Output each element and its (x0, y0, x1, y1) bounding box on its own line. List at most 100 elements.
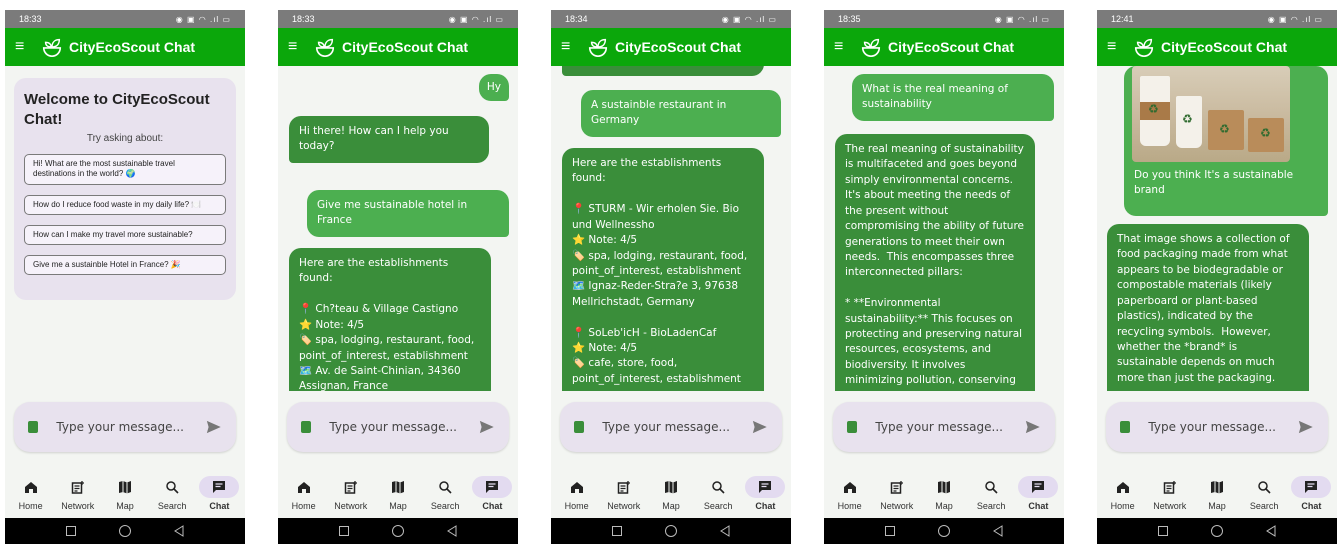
message-input[interactable] (602, 420, 753, 434)
recents-icon[interactable] (66, 526, 77, 536)
nav-chat[interactable]: Chat (197, 475, 241, 511)
app-title: CityEcoScout Chat (888, 39, 1015, 55)
nav-chat[interactable]: Chat (1289, 475, 1333, 511)
nav-search[interactable]: Search (423, 476, 467, 511)
send-icon[interactable] (1298, 419, 1314, 435)
nav-home[interactable]: Home (282, 476, 326, 511)
nav-network[interactable]: Network (56, 476, 100, 511)
map-icon (118, 480, 131, 493)
nav-network[interactable]: Network (602, 476, 646, 511)
bottom-nav: Home Network Map Search Chat (1097, 468, 1337, 518)
nav-chat[interactable]: Chat (743, 475, 787, 511)
nav-search[interactable]: Search (1242, 476, 1286, 511)
nav-chat[interactable]: Chat (470, 475, 514, 511)
system-nav-bar (824, 518, 1064, 544)
home-icon (843, 481, 856, 493)
nav-label-network: Network (880, 500, 914, 511)
image-attach-icon[interactable] (574, 421, 585, 433)
chat-icon (759, 480, 772, 493)
suggestion-button-1[interactable]: Hi! What are the most sustainable travel… (24, 154, 226, 185)
message-input[interactable] (875, 420, 1026, 434)
nav-search[interactable]: Search (696, 476, 740, 511)
back-icon[interactable] (1265, 525, 1276, 537)
status-time: 12:41 (1111, 14, 1134, 24)
image-attach-icon[interactable] (847, 421, 858, 433)
recents-icon[interactable] (339, 526, 350, 536)
image-attach-icon[interactable] (28, 421, 39, 433)
app-title: CityEcoScout Chat (69, 39, 196, 55)
menu-icon[interactable]: ≡ (834, 38, 854, 56)
recents-icon[interactable] (612, 526, 623, 536)
home-icon (570, 481, 583, 493)
message-input-bar (833, 402, 1055, 452)
back-icon[interactable] (173, 525, 184, 537)
send-icon[interactable] (1025, 419, 1041, 435)
nav-home[interactable]: Home (828, 476, 872, 511)
image-attach-icon[interactable] (1120, 421, 1131, 433)
send-icon[interactable] (479, 419, 495, 435)
nav-label-home: Home (291, 500, 316, 511)
welcome-subtitle: Try asking about: (86, 133, 164, 144)
nav-label-home: Home (837, 500, 862, 511)
menu-icon[interactable]: ≡ (561, 38, 581, 56)
home-icon (297, 481, 310, 493)
leaf-bowl-icon (315, 38, 335, 57)
nav-label-map: Map (116, 500, 134, 511)
menu-icon[interactable]: ≡ (288, 38, 308, 56)
nav-network[interactable]: Network (329, 476, 373, 511)
nav-network[interactable]: Network (1148, 476, 1192, 511)
message-bubble-user: Hy (478, 74, 509, 102)
message-input[interactable] (1148, 420, 1299, 434)
phone-screen-4: 18:35 ◉ ▣ ◠ .ıl ▭ ≡ CityEcoScout Chat Wh… (824, 10, 1064, 544)
status-icons: ◉ ▣ ◠ .ıl ▭ (721, 14, 777, 24)
back-icon[interactable] (446, 525, 457, 537)
menu-icon[interactable]: ≡ (1107, 38, 1127, 56)
nav-label-map: Map (935, 500, 953, 511)
leaf-bowl-icon (588, 38, 608, 57)
nav-map[interactable]: Map (376, 476, 420, 511)
suggestion-button-3[interactable]: How can I make my travel more sustainabl… (24, 224, 226, 245)
recents-icon[interactable] (885, 526, 896, 536)
nav-map[interactable]: Map (922, 476, 966, 511)
home-button-icon[interactable] (664, 525, 677, 537)
home-button-icon[interactable] (118, 525, 131, 537)
back-icon[interactable] (992, 525, 1003, 537)
send-icon[interactable] (206, 419, 222, 435)
bottom-nav: Home Network Map Search Chat (551, 468, 791, 518)
nav-home[interactable]: Home (9, 476, 53, 511)
recents-icon[interactable] (1158, 526, 1169, 536)
message-bubble-bot: Hi there! How can I help you today? (289, 116, 489, 163)
back-icon[interactable] (719, 525, 730, 537)
feed-icon (344, 480, 357, 494)
nav-search[interactable]: Search (969, 476, 1013, 511)
leaf-bowl-icon (861, 38, 881, 57)
nav-home[interactable]: Home (1101, 476, 1145, 511)
nav-search[interactable]: Search (150, 476, 194, 511)
image-attach-icon[interactable] (301, 421, 312, 433)
home-button-icon[interactable] (391, 525, 404, 537)
suggestion-button-2[interactable]: How do I reduce food waste in my daily l… (24, 194, 226, 215)
nav-chat[interactable]: Chat (1016, 475, 1060, 511)
menu-icon[interactable]: ≡ (15, 38, 35, 56)
status-bar: 18:33 ◉ ▣ ◠ .ıl ▭ (5, 10, 245, 28)
nav-label-search: Search (430, 500, 460, 511)
nav-map[interactable]: Map (649, 476, 693, 511)
search-icon (1258, 480, 1271, 494)
send-icon[interactable] (752, 419, 768, 435)
nav-map[interactable]: Map (103, 476, 147, 511)
app-title: CityEcoScout Chat (1161, 39, 1288, 55)
screens-container: 18:33 ◉ ▣ ◠ .ıl ▭ ≡ CityEcoScout Chat We… (0, 0, 1344, 545)
message-input[interactable] (56, 420, 207, 434)
suggestion-button-4[interactable]: Give me a sustainble Hotel in France? 🎉 (24, 254, 226, 275)
home-button-icon[interactable] (1210, 525, 1223, 537)
home-button-icon[interactable] (937, 525, 950, 537)
message-input-bar (560, 402, 782, 452)
nav-network[interactable]: Network (875, 476, 919, 511)
nav-home[interactable]: Home (555, 476, 599, 511)
nav-map[interactable]: Map (1195, 476, 1239, 511)
app-bar: ≡ CityEcoScout Chat (5, 28, 245, 66)
status-icons: ◉ ▣ ◠ .ıl ▭ (1267, 14, 1323, 24)
bottom-nav: Home Network Map Search Chat (278, 468, 518, 518)
message-input[interactable] (329, 420, 480, 434)
message-bubble-bot-previous (562, 66, 764, 76)
